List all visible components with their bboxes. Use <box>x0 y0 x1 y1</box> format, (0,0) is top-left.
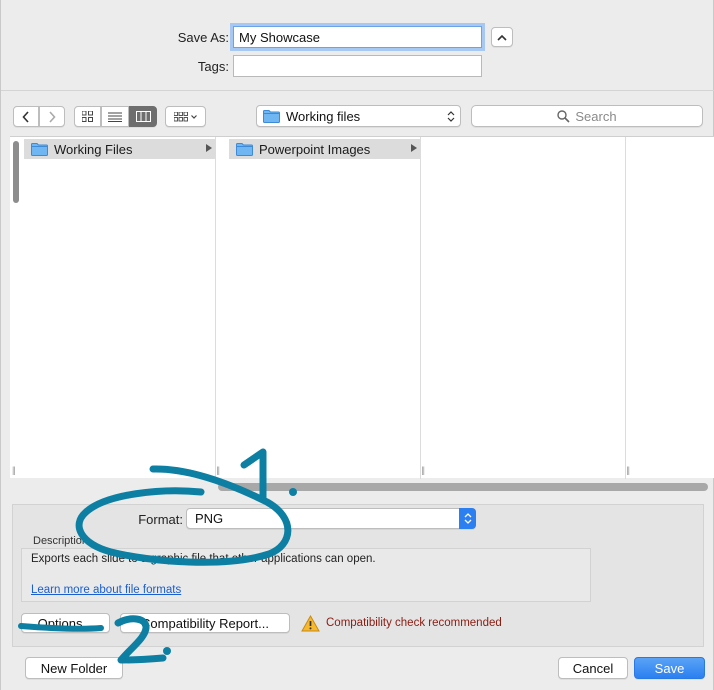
column-4 <box>639 137 714 479</box>
cancel-button[interactable]: Cancel <box>558 657 628 679</box>
disclosure-arrow-icon <box>411 144 417 152</box>
folder-icon <box>263 109 280 123</box>
annotation-dot-2 <box>163 647 171 655</box>
chevron-left-icon <box>22 110 29 123</box>
save-button[interactable]: Save <box>634 657 705 679</box>
search-placeholder: Search <box>575 108 617 124</box>
group-view-button[interactable] <box>165 106 206 127</box>
list-item-label: Powerpoint Images <box>259 141 371 157</box>
save-dialog: Save As: Tags: Working files Search <box>0 0 714 690</box>
search-icon <box>557 109 570 123</box>
description-label: Description <box>31 535 91 547</box>
list-item[interactable]: Working Files <box>24 139 216 159</box>
options-button[interactable]: Options... <box>21 613 110 633</box>
list-view-icon <box>108 112 122 122</box>
cancel-label: Cancel <box>572 660 614 676</box>
save-as-field[interactable] <box>233 26 482 48</box>
new-folder-label: New Folder <box>40 660 108 676</box>
column-browser: Working Files || || Powerpoint Images ||… <box>10 136 714 479</box>
column-view-button[interactable] <box>129 106 157 127</box>
folder-icon <box>236 142 253 156</box>
format-popup[interactable]: PNG <box>186 508 476 529</box>
grid-group-icon <box>173 111 197 121</box>
popup-stepper <box>459 508 476 529</box>
column-2: Powerpoint Images || <box>229 137 425 479</box>
disclosure-arrow-icon <box>206 144 212 152</box>
save-as-label: Save As: <box>177 30 229 45</box>
popup-arrows-icon <box>447 111 455 122</box>
horizontal-scrollbar[interactable] <box>218 483 708 491</box>
format-label: Format: <box>138 512 183 527</box>
toolbar-separator <box>1 90 714 91</box>
vertical-scrollbar[interactable] <box>13 141 19 203</box>
compatibility-report-button[interactable]: Compatibility Report... <box>120 613 290 633</box>
folder-icon <box>31 142 48 156</box>
column-3: || <box>434 137 630 479</box>
compatibility-report-label: Compatibility Report... <box>141 615 269 631</box>
column-resize-handle[interactable]: || <box>12 465 16 475</box>
popup-arrows-icon <box>464 513 471 524</box>
options-button-label: Options... <box>37 615 94 631</box>
forward-button[interactable] <box>39 106 65 127</box>
list-item-label: Working Files <box>54 141 133 157</box>
column-resize-handle[interactable]: || <box>216 465 220 475</box>
list-view-button[interactable] <box>101 106 129 127</box>
compatibility-warning-text: Compatibility check recommended <box>326 617 502 629</box>
chevron-right-icon <box>49 110 56 123</box>
list-item[interactable]: Powerpoint Images <box>229 139 421 159</box>
column-resize-handle[interactable]: || <box>626 465 630 475</box>
tags-field[interactable] <box>233 55 482 77</box>
new-folder-button[interactable]: New Folder <box>25 657 123 679</box>
icon-view-button[interactable] <box>74 106 101 127</box>
chevron-up-icon <box>497 34 507 41</box>
format-value: PNG <box>195 511 224 526</box>
tags-label: Tags: <box>197 59 229 74</box>
icon-view-icon <box>82 111 93 122</box>
column-view-icon <box>135 111 151 122</box>
save-label: Save <box>654 660 685 676</box>
description-text: Exports each slide to a graphic file tha… <box>31 553 376 565</box>
back-button[interactable] <box>13 106 39 127</box>
search-field[interactable]: Search <box>471 105 703 127</box>
location-popup[interactable]: Working files <box>256 105 461 127</box>
expand-dialog-button[interactable] <box>491 27 513 47</box>
column-resize-handle[interactable]: || <box>421 465 425 475</box>
location-label: Working files <box>286 108 361 124</box>
column-1: Working Files || || <box>12 137 220 479</box>
warning-icon <box>301 615 320 632</box>
learn-more-link[interactable]: Learn more about file formats <box>31 584 181 596</box>
